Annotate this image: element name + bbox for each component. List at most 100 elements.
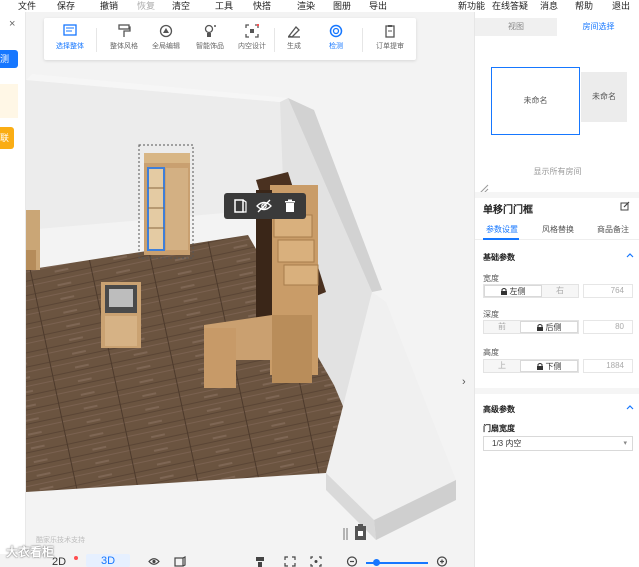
door-width-value: 1/3 内空 [492, 439, 522, 448]
global-edit-icon [159, 24, 173, 38]
tab-room-select[interactable]: 房间选择 [557, 18, 639, 36]
menu-tools[interactable]: 工具 [215, 0, 233, 12]
link-button[interactable]: 联 [0, 127, 14, 149]
fit-view-icon[interactable] [284, 556, 296, 567]
tool-label: 整体风格 [110, 43, 138, 50]
properties-header: 单移门门框 [475, 198, 639, 218]
3d-viewport[interactable] [26, 60, 474, 554]
menu-help[interactable]: 帮助 [575, 0, 593, 12]
tool-smart-decor[interactable]: 智能饰品 [188, 22, 232, 58]
tool-label: 全局编辑 [152, 43, 180, 50]
width-anchor-toggle: 左侧 右 [483, 284, 579, 298]
tab-param-settings[interactable]: 参数设置 [486, 224, 518, 235]
tool-overall-style[interactable]: 整体风格 [102, 22, 146, 58]
menu-messages[interactable]: 消息 [540, 0, 558, 12]
chevron-up-icon[interactable] [626, 405, 634, 410]
door-width-label: 门扇宽度 [483, 424, 515, 433]
menu-save[interactable]: 保存 [57, 0, 75, 12]
door-width-select[interactable]: 1/3 内空 ▾ [483, 436, 633, 451]
chevron-down-icon: ▾ [623, 440, 627, 447]
height-input[interactable]: 1884 [583, 359, 633, 373]
mode-3d-button[interactable]: 3D [86, 554, 130, 567]
menu-album[interactable]: 图册 [333, 0, 351, 12]
tool-label: 检测 [329, 43, 343, 50]
menu-export[interactable]: 导出 [369, 0, 387, 12]
cube-view-icon[interactable] [174, 556, 186, 567]
detect-button[interactable]: 测 [0, 50, 18, 68]
menu-exit[interactable]: 退出 [612, 0, 630, 12]
mode-2d-button[interactable]: 2D [52, 556, 66, 567]
focus-icon[interactable] [310, 556, 322, 567]
tool-generate[interactable]: 生成 [272, 22, 316, 58]
inner-design-icon [245, 24, 259, 38]
zoom-in-icon[interactable] [436, 556, 448, 567]
close-icon[interactable]: × [9, 18, 15, 30]
menu-redo[interactable]: 恢复 [137, 0, 155, 12]
zoom-slider-handle[interactable] [373, 559, 380, 566]
lock-icon [536, 324, 543, 331]
tool-label: 智能饰品 [196, 43, 224, 50]
height-bottom-text: 下侧 [545, 362, 562, 371]
show-all-rooms-link[interactable]: 显示所有房间 [475, 166, 639, 177]
view-tabs: 视图 房间选择 [475, 18, 639, 36]
hide-eye-icon[interactable] [256, 198, 272, 214]
smart-decor-icon [204, 24, 216, 37]
width-right-option[interactable]: 右 [542, 285, 578, 297]
tool-order-submit[interactable]: 订单提审 [368, 22, 412, 58]
tab-style-replace[interactable]: 风格替换 [542, 224, 574, 235]
width-left-option[interactable]: 左侧 [484, 285, 542, 297]
menu-file[interactable]: 文件 [18, 0, 36, 12]
depth-input[interactable]: 80 [583, 320, 633, 334]
check-icon [329, 24, 343, 38]
width-left-text: 左侧 [509, 287, 526, 296]
toolbar-divider [362, 28, 363, 52]
menu-online-qa[interactable]: 在线答疑 [492, 0, 528, 12]
room-thumbnail-selected[interactable]: 未命名 [491, 67, 580, 135]
depth-back-option[interactable]: 后侧 [520, 321, 578, 333]
height-label: 高度 [483, 348, 499, 357]
tool-check[interactable]: 检测 [314, 22, 358, 58]
left-side-panel: × 测 联 [0, 12, 26, 554]
toolbar-divider [96, 28, 97, 52]
height-anchor-toggle: 上 下侧 [483, 359, 579, 373]
tool-select-whole[interactable]: 选择整体 [48, 22, 92, 58]
menu-quickbuild[interactable]: 快搭 [253, 0, 271, 12]
tool-inner-design[interactable]: 内空设计 [230, 22, 274, 58]
tab-product-notes[interactable]: 商品备注 [597, 224, 629, 235]
lock-icon [500, 288, 507, 295]
zoom-out-icon[interactable] [346, 556, 358, 567]
height-bottom-option[interactable]: 下侧 [520, 360, 578, 372]
menu-render[interactable]: 渲染 [297, 0, 315, 12]
width-label: 宽度 [483, 274, 499, 283]
properties-title: 单移门门框 [483, 205, 533, 216]
depth-back-text: 后侧 [545, 323, 562, 332]
order-submit-icon [385, 25, 395, 38]
right-properties-panel: 视图 房间选择 未命名 未命名 显示所有房间 单移门门框 参数设置 风格替换 商… [474, 12, 639, 567]
menu-new-features[interactable]: 新功能 [458, 0, 485, 12]
lock-icon [536, 363, 543, 370]
edit-icon[interactable] [620, 201, 630, 211]
tool-label: 内空设计 [238, 43, 266, 50]
active-tab-indicator [483, 238, 519, 240]
link-button-label: 联 [0, 133, 10, 143]
room-thumbnail[interactable]: 未命名 [581, 72, 627, 122]
menu-clear[interactable]: 清空 [172, 0, 190, 12]
delete-trash-icon[interactable] [282, 198, 298, 214]
menu-undo[interactable]: 撤销 [100, 0, 118, 12]
detect-button-label: 测 [0, 54, 10, 64]
height-top-option[interactable]: 上 [484, 360, 520, 372]
generate-icon [287, 26, 300, 38]
flip-door-icon[interactable] [232, 198, 248, 214]
eye-icon[interactable] [148, 556, 160, 567]
width-input[interactable]: 764 [583, 284, 633, 298]
panel-collapse-chevron[interactable]: › [462, 376, 474, 398]
clipboard-tool-icon[interactable] [336, 520, 372, 544]
depth-front-option[interactable]: 前 [484, 321, 520, 333]
notification-dot [74, 556, 78, 560]
measure-icon[interactable] [254, 556, 266, 567]
chevron-up-icon[interactable] [626, 253, 634, 258]
basic-params-title: 基础参数 [483, 253, 515, 262]
tab-view[interactable]: 视图 [475, 18, 557, 36]
tool-global-edit[interactable]: 全局编辑 [144, 22, 188, 58]
notice-block [0, 84, 18, 118]
